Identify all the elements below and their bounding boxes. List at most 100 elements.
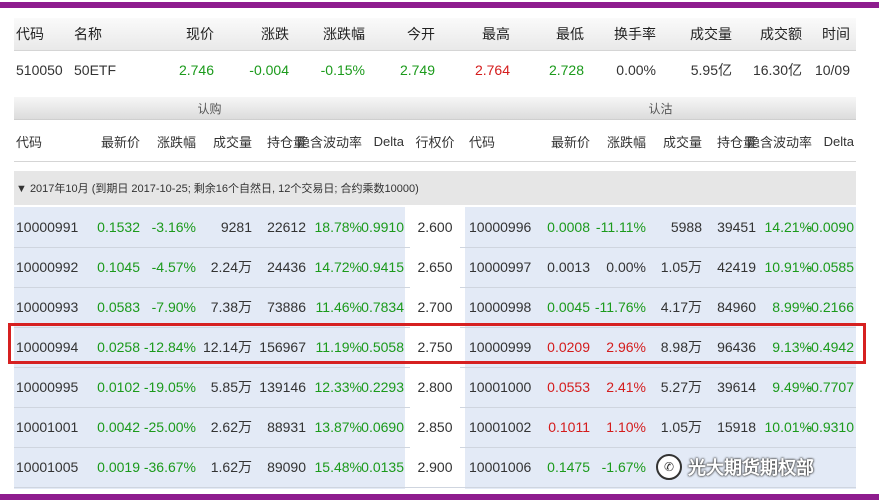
call-change-pct: -4.57% bbox=[151, 259, 196, 275]
put-iv: 10.91% bbox=[764, 259, 812, 275]
quote-header-time: 时间 bbox=[822, 26, 850, 42]
column-header-call-volume[interactable]: 成交量 bbox=[200, 121, 252, 161]
call-open-interest: 156967 bbox=[259, 339, 306, 355]
option-side-band: 认购 认沽 bbox=[14, 97, 856, 120]
put-volume: 5.27万 bbox=[660, 379, 702, 395]
put-open-interest: 42419 bbox=[717, 259, 756, 275]
quote-header-volume: 成交量 bbox=[690, 26, 732, 42]
strike: 2.650 bbox=[410, 247, 460, 287]
option-chain-table: 认购 认沽 代码 最新价 涨跌幅 成交量 持仓量 隐含波动率 Delta 行权价 代码 最新价 涨跌… bbox=[14, 97, 856, 489]
call-volume: 7.38万 bbox=[210, 299, 252, 315]
column-header-call-last[interactable]: 最新价 bbox=[94, 121, 140, 161]
put-delta: -0.2166 bbox=[806, 299, 854, 315]
bottom-accent-bar bbox=[0, 494, 879, 500]
call-delta: 0.5058 bbox=[361, 339, 404, 355]
put-iv: 9.13% bbox=[772, 339, 812, 355]
column-header-put-delta[interactable]: Delta bbox=[816, 121, 854, 161]
quote-header-code: 代码 bbox=[16, 26, 44, 42]
put-iv: 8.99% bbox=[772, 299, 812, 315]
put-change-pct: -11.11% bbox=[595, 219, 646, 235]
strike: 2.800 bbox=[410, 367, 460, 407]
put-open-interest: 39614 bbox=[717, 379, 756, 395]
call-volume: 9281 bbox=[220, 219, 252, 235]
quote-header-change: 涨跌 bbox=[261, 26, 289, 42]
call-change-pct: -19.05% bbox=[143, 379, 196, 395]
quote-header-row: 代码 名称 现价 涨跌 涨跌幅 今开 最高 最低 换手率 成交量 成交额 时间 bbox=[14, 18, 856, 51]
table-row[interactable]: 10000993 0.0583 -7.90% 7.38万 73886 11.46% 0.78… bbox=[14, 287, 856, 328]
call-last: 0.0258 bbox=[97, 339, 140, 355]
puts-label: 认沽 bbox=[648, 101, 673, 116]
call-code: 10000995 bbox=[16, 379, 79, 395]
quote-header-open: 今开 bbox=[407, 26, 435, 42]
table-row[interactable]: 10000991 0.1532 -3.16% 9281 22612 18.78% 0.991… bbox=[14, 207, 856, 248]
quote-header-low: 最低 bbox=[556, 26, 584, 42]
quote-header-turnover-rate: 换手率 bbox=[614, 26, 656, 42]
column-header-strike[interactable]: 行权价 bbox=[410, 121, 460, 161]
put-open-interest: 96436 bbox=[717, 339, 756, 355]
call-last: 0.0019 bbox=[97, 459, 140, 475]
put-code: 10001002 bbox=[469, 419, 532, 435]
put-code: 10001000 bbox=[469, 379, 532, 395]
put-volume: 1.05万 bbox=[660, 419, 702, 435]
call-open-interest: 89090 bbox=[267, 459, 306, 475]
column-header-call-iv[interactable]: 隐含波动率 bbox=[297, 121, 362, 161]
call-code: 10001005 bbox=[16, 459, 79, 475]
quote-header-amount: 成交额 bbox=[760, 26, 802, 42]
call-delta: 0.0135 bbox=[361, 459, 404, 475]
call-last: 0.0042 bbox=[97, 419, 140, 435]
call-volume: 2.24万 bbox=[210, 259, 252, 275]
quote-header-price: 现价 bbox=[186, 26, 214, 42]
put-code: 10000999 bbox=[469, 339, 532, 355]
quote-value-row[interactable]: 510050 50ETF 2.746 -0.004 -0.15% 2.749 2… bbox=[14, 54, 856, 86]
put-delta: -0.0090 bbox=[806, 219, 854, 235]
strike: 2.600 bbox=[410, 207, 460, 247]
table-row[interactable]: 10000994 0.0258 -12.84% 12.14万 156967 11.19% 0… bbox=[14, 327, 856, 368]
put-iv: 10.01% bbox=[764, 419, 812, 435]
put-iv: 9.49% bbox=[772, 379, 812, 395]
top-accent-bar bbox=[0, 2, 879, 8]
call-code: 10000994 bbox=[16, 339, 79, 355]
column-header-call-delta[interactable]: Delta bbox=[366, 121, 404, 161]
column-header-put-volume[interactable]: 成交量 bbox=[650, 121, 702, 161]
quote-high: 2.764 bbox=[474, 62, 510, 78]
quote-time: 10/09 bbox=[814, 62, 850, 78]
strike: 2.850 bbox=[410, 407, 460, 447]
call-volume: 5.85万 bbox=[210, 379, 252, 395]
put-volume: 5988 bbox=[670, 219, 702, 235]
call-change-pct: -3.16% bbox=[151, 219, 196, 235]
call-last: 0.1532 bbox=[97, 219, 140, 235]
table-row[interactable]: 10001001 0.0042 -25.00% 2.62万 88931 13.87% 0.0… bbox=[14, 407, 856, 448]
call-open-interest: 139146 bbox=[259, 379, 306, 395]
quote-price: 2.746 bbox=[178, 62, 214, 78]
put-change-pct: 0.00% bbox=[606, 259, 646, 275]
column-header-put-change-pct[interactable]: 涨跌幅 bbox=[594, 121, 646, 161]
call-open-interest: 73886 bbox=[267, 299, 306, 315]
call-change-pct: -36.67% bbox=[143, 459, 196, 475]
call-delta: 0.9910 bbox=[361, 219, 404, 235]
call-volume: 2.62万 bbox=[210, 419, 252, 435]
quote-amount: 16.30亿 bbox=[752, 62, 802, 78]
quote-open: 2.749 bbox=[399, 62, 435, 78]
quote-code: 510050 bbox=[16, 62, 63, 78]
column-header-put-iv[interactable]: 隐含波动率 bbox=[747, 121, 812, 161]
column-header-put-last[interactable]: 最新价 bbox=[544, 121, 590, 161]
column-header-put-code[interactable]: 代码 bbox=[469, 121, 539, 161]
call-change-pct: -25.00% bbox=[143, 419, 196, 435]
put-code: 10001006 bbox=[469, 459, 532, 475]
option-column-header-row: 代码 最新价 涨跌幅 成交量 持仓量 隐含波动率 Delta 行权价 代码 最新价 涨跌幅 成交量 持仓… bbox=[14, 121, 856, 162]
expiry-group-row[interactable]: ▼ 2017年10月 (到期日 2017-10-25; 剩余16个自然日, 12… bbox=[14, 171, 856, 205]
table-row[interactable]: 10000992 0.1045 -4.57% 2.24万 24436 14.72% 0.94… bbox=[14, 247, 856, 288]
call-iv: 12.33% bbox=[314, 379, 362, 395]
quote-volume: 5.95亿 bbox=[690, 62, 732, 78]
call-iv: 18.78% bbox=[314, 219, 362, 235]
call-iv: 15.48% bbox=[314, 459, 362, 475]
column-header-call-change-pct[interactable]: 涨跌幅 bbox=[144, 121, 196, 161]
put-last: 0.1011 bbox=[548, 419, 590, 435]
column-header-call-code[interactable]: 代码 bbox=[16, 121, 86, 161]
call-last: 0.0583 bbox=[97, 299, 140, 315]
quote-header-name: 名称 bbox=[74, 26, 102, 42]
call-iv: 14.72% bbox=[314, 259, 362, 275]
table-row[interactable]: 10000995 0.0102 -19.05% 5.85万 139146 12.33% 0.… bbox=[14, 367, 856, 408]
put-last: 0.0209 bbox=[547, 339, 590, 355]
put-last: 0.1475 bbox=[547, 459, 590, 475]
